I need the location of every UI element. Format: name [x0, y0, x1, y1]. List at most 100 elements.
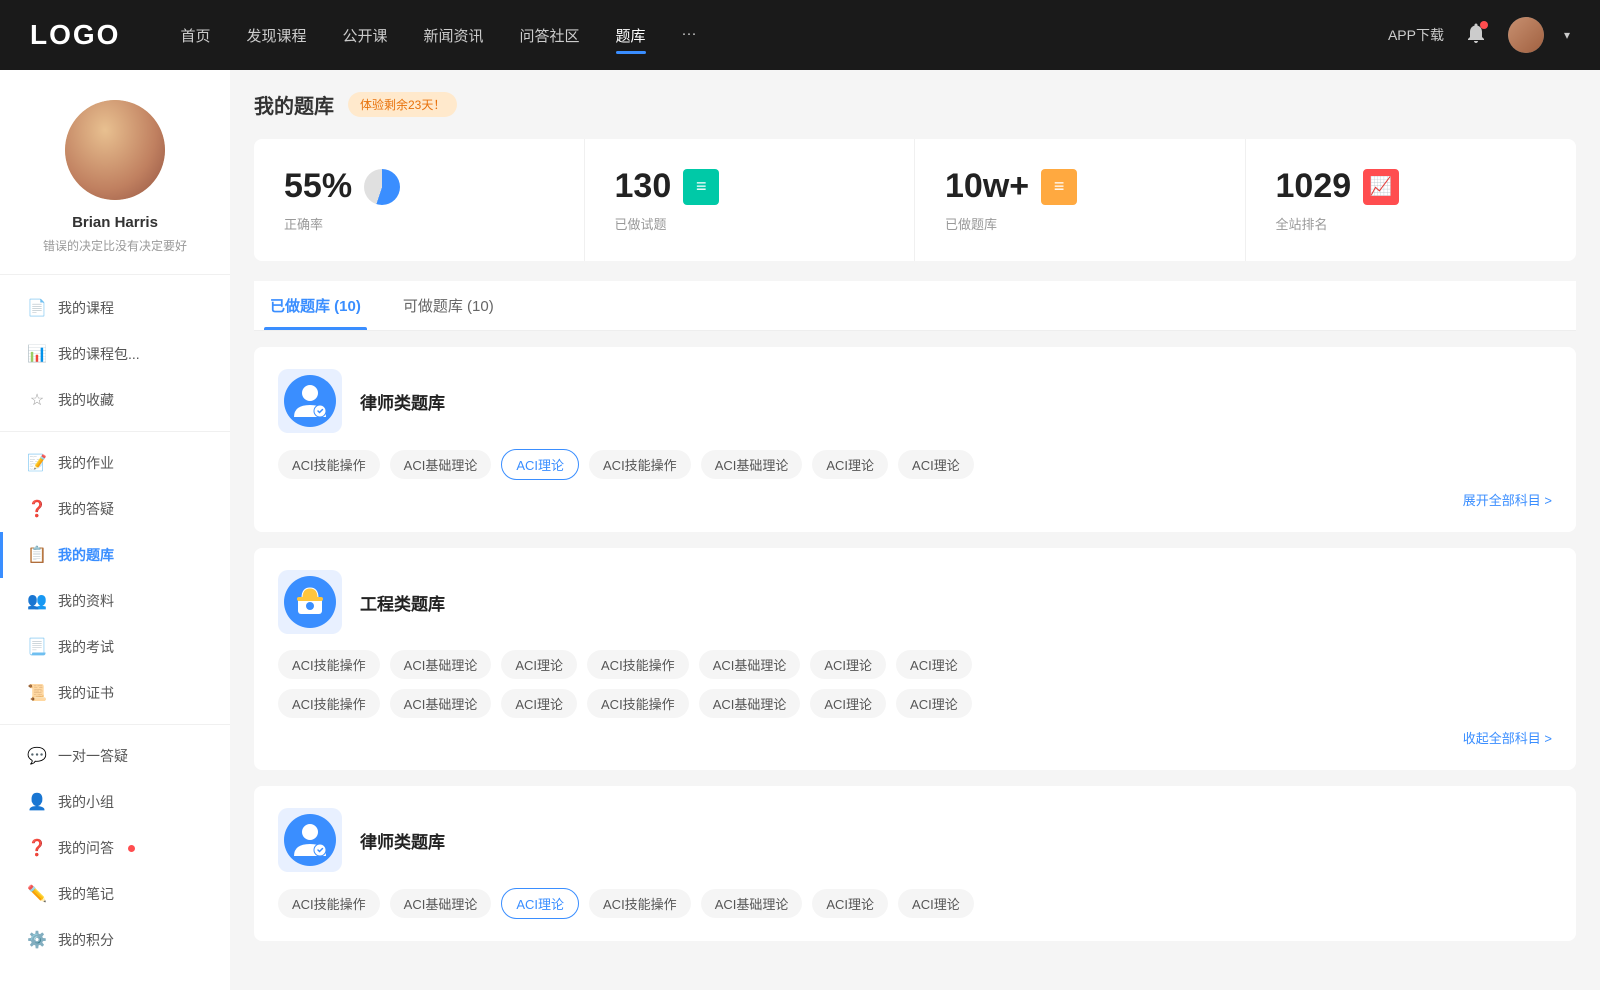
stat-done-questions: 130 ≡ 已做试题 [585, 139, 916, 261]
notification-dot [1480, 21, 1488, 29]
nav-discover[interactable]: 发现课程 [246, 21, 306, 50]
eng-tag2-1[interactable]: ACI基础理论 [390, 689, 492, 718]
sidebar-item-label: 我的考试 [58, 637, 114, 657]
sidebar-item-certificate[interactable]: 📜 我的证书 [0, 670, 230, 716]
homework-icon: 📝 [28, 454, 46, 472]
eng-tag2-3[interactable]: ACI技能操作 [587, 689, 689, 718]
notes-icon: ✏️ [28, 885, 46, 903]
lawyer-icon-wrap [278, 369, 342, 433]
sidebar-item-favorites[interactable]: ☆ 我的收藏 [0, 377, 230, 423]
main-content: 我的题库 体验剩余23天！ 55% 正确率 130 ≡ 已做试题 [230, 70, 1600, 990]
expand-link-1[interactable]: 展开全部科目 > [1463, 493, 1552, 508]
tab-done-qbank[interactable]: 已做题库 (10) [264, 281, 367, 330]
sidebar-item-my-group[interactable]: 👤 我的小组 [0, 779, 230, 825]
nav-home[interactable]: 首页 [180, 21, 210, 50]
eng-tag2-0[interactable]: ACI技能操作 [278, 689, 380, 718]
law2-tag-1[interactable]: ACI基础理论 [390, 889, 492, 918]
stat-top: 10w+ ≡ [945, 167, 1215, 206]
eng-tag-0[interactable]: ACI技能操作 [278, 650, 380, 679]
eng-tag2-5[interactable]: ACI理论 [810, 689, 886, 718]
separator-2 [0, 724, 230, 725]
sidebar-item-label: 我的课程包... [58, 344, 140, 364]
points-icon: ⚙️ [28, 931, 46, 949]
tag-6[interactable]: ACI理论 [898, 450, 974, 479]
eng-tag2-6[interactable]: ACI理论 [896, 689, 972, 718]
law2-tag-2-active[interactable]: ACI理论 [501, 888, 579, 919]
qbank-tags-lawyer-1: ACI技能操作 ACI基础理论 ACI理论 ACI技能操作 ACI基础理论 AC… [278, 449, 1552, 480]
stat-correctness: 55% 正确率 [254, 139, 585, 261]
stat-top: 1029 📈 [1276, 167, 1547, 206]
law2-tag-0[interactable]: ACI技能操作 [278, 889, 380, 918]
stat-value-rank: 1029 [1276, 167, 1352, 206]
sidebar-item-qbank[interactable]: 📋 我的题库 [0, 532, 230, 578]
tag-1[interactable]: ACI基础理论 [390, 450, 492, 479]
sidebar-item-label: 我的资料 [58, 591, 114, 611]
sidebar-item-label: 我的笔记 [58, 884, 114, 904]
stat-label-done: 已做试题 [615, 214, 885, 233]
nav-more[interactable]: ··· [682, 21, 697, 50]
nav-news[interactable]: 新闻资讯 [424, 21, 484, 50]
sidebar-item-label: 我的证书 [58, 683, 114, 703]
page-header: 我的题库 体验剩余23天！ [254, 90, 1576, 119]
tag-5[interactable]: ACI理论 [812, 450, 888, 479]
sidebar-item-label: 一对一答疑 [58, 746, 128, 766]
qbank-card-engineer: 工程类题库 ACI技能操作 ACI基础理论 ACI理论 ACI技能操作 ACI基… [254, 548, 1576, 770]
sidebar-item-homework[interactable]: 📝 我的作业 [0, 440, 230, 486]
sidebar-item-label: 我的收藏 [58, 390, 114, 410]
nav-opencourse[interactable]: 公开课 [342, 21, 387, 50]
tag-2-active[interactable]: ACI理论 [501, 449, 579, 480]
logo: LOGO [30, 19, 120, 51]
user-avatar-nav[interactable] [1508, 17, 1544, 53]
engineer-icon-wrap [278, 570, 342, 634]
eng-tag2-2[interactable]: ACI理论 [501, 689, 577, 718]
qbank-name-lawyer-1: 律师类题库 [360, 389, 445, 414]
separator-1 [0, 431, 230, 432]
nav-qbank[interactable]: 题库 [616, 21, 646, 50]
qbank-icon: 📋 [28, 546, 46, 564]
eng-tag-6[interactable]: ACI理论 [896, 650, 972, 679]
app-download-link[interactable]: APP下载 [1388, 25, 1444, 45]
trial-badge: 体验剩余23天！ [348, 92, 457, 117]
user-dropdown-arrow[interactable]: ▾ [1564, 28, 1570, 42]
sidebar: Brian Harris 错误的决定比没有决定要好 📄 我的课程 📊 我的课程包… [0, 70, 230, 990]
tag-0[interactable]: ACI技能操作 [278, 450, 380, 479]
eng-tag2-4[interactable]: ACI基础理论 [699, 689, 801, 718]
law2-tag-6[interactable]: ACI理论 [898, 889, 974, 918]
file-orange-icon: ≡ [1041, 169, 1077, 205]
tag-4[interactable]: ACI基础理论 [701, 450, 803, 479]
notification-bell[interactable] [1464, 21, 1488, 50]
qbank-name-engineer: 工程类题库 [360, 590, 445, 615]
sidebar-item-my-answers[interactable]: ❓ 我的问答 [0, 825, 230, 871]
sidebar-item-label: 我的题库 [58, 545, 114, 565]
sidebar-item-notes[interactable]: ✏️ 我的笔记 [0, 871, 230, 917]
user-motto: 错误的决定比没有决定要好 [43, 237, 187, 254]
stats-row: 55% 正确率 130 ≡ 已做试题 10w+ ≡ 已做题库 [254, 139, 1576, 261]
collapse-link-engineer[interactable]: 收起全部科目 > [1463, 731, 1552, 746]
answers-notification-dot [128, 845, 135, 852]
eng-tag-5[interactable]: ACI理论 [810, 650, 886, 679]
eng-tag-1[interactable]: ACI基础理论 [390, 650, 492, 679]
sidebar-item-my-exam[interactable]: 📃 我的考试 [0, 624, 230, 670]
law2-tag-4[interactable]: ACI基础理论 [701, 889, 803, 918]
my-data-icon: 👥 [28, 592, 46, 610]
sidebar-item-points[interactable]: ⚙️ 我的积分 [0, 917, 230, 963]
tab-available-qbank[interactable]: 可做题库 (10) [397, 281, 500, 330]
sidebar-item-my-data[interactable]: 👥 我的资料 [0, 578, 230, 624]
sidebar-item-my-qa[interactable]: ❓ 我的答疑 [0, 486, 230, 532]
law2-tag-3[interactable]: ACI技能操作 [589, 889, 691, 918]
eng-tag-2[interactable]: ACI理论 [501, 650, 577, 679]
qbank-card-lawyer-2: 律师类题库 ACI技能操作 ACI基础理论 ACI理论 ACI技能操作 ACI基… [254, 786, 1576, 941]
nav-links: 首页 发现课程 公开课 新闻资讯 问答社区 题库 ··· [180, 21, 1388, 50]
stat-label-banks: 已做题库 [945, 214, 1215, 233]
tag-3[interactable]: ACI技能操作 [589, 450, 691, 479]
law2-tag-5[interactable]: ACI理论 [812, 889, 888, 918]
sidebar-item-one-on-one[interactable]: 💬 一对一答疑 [0, 733, 230, 779]
nav-qa[interactable]: 问答社区 [520, 21, 580, 50]
qbank-tags-engineer-row2: ACI技能操作 ACI基础理论 ACI理论 ACI技能操作 ACI基础理论 AC… [278, 689, 1552, 718]
sidebar-item-my-courses[interactable]: 📄 我的课程 [0, 285, 230, 331]
course-packages-icon: 📊 [28, 345, 46, 363]
sidebar-item-course-packages[interactable]: 📊 我的课程包... [0, 331, 230, 377]
eng-tag-3[interactable]: ACI技能操作 [587, 650, 689, 679]
sidebar-item-label: 我的答疑 [58, 499, 114, 519]
eng-tag-4[interactable]: ACI基础理论 [699, 650, 801, 679]
